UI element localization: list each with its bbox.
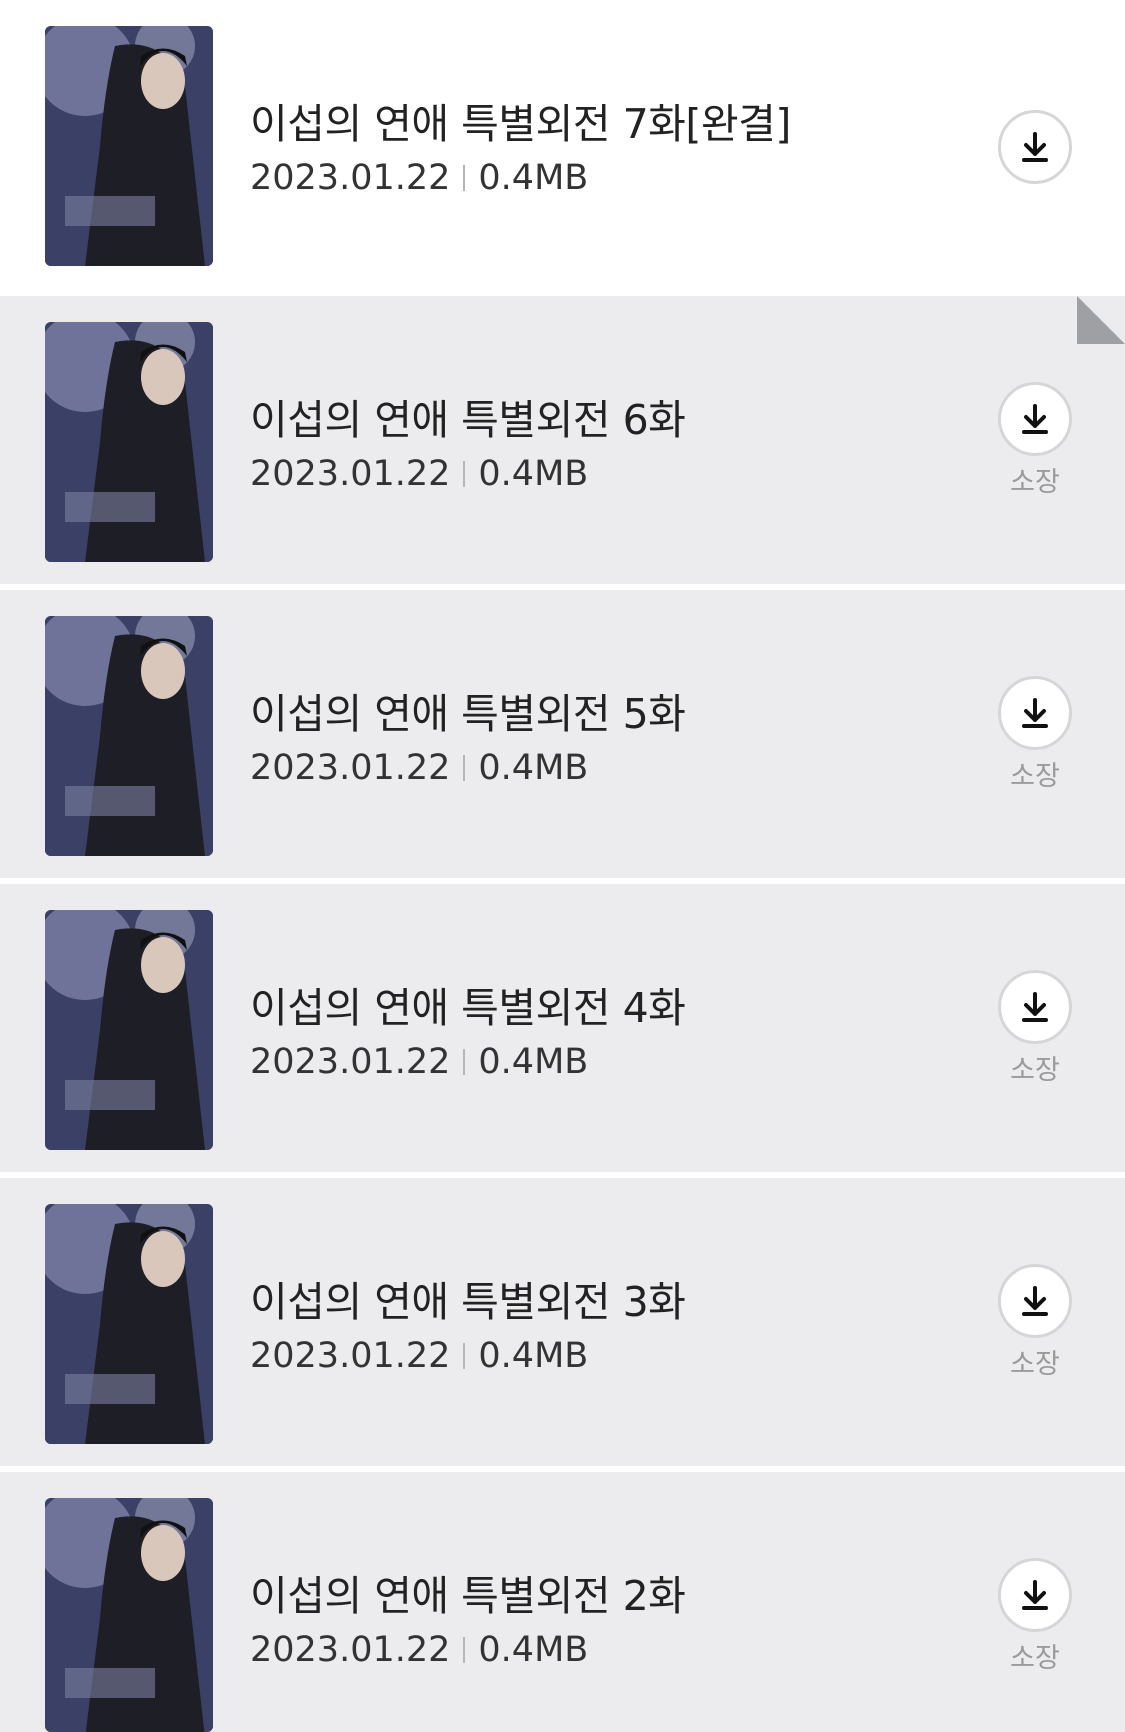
episode-title: 이섭의 연애 특별외전 2화 xyxy=(250,1572,686,1620)
episode-date: 2023.01.22 xyxy=(250,454,451,494)
meta-separator xyxy=(463,1049,466,1075)
episode-row[interactable]: 이섭의 연애 특별외전 4화 2023.01.22 0.4MB 소장 xyxy=(0,884,1125,1172)
episode-title: 이섭의 연애 특별외전 3화 xyxy=(250,1278,686,1326)
episode-row[interactable]: 이섭의 연애 특별외전 3화 2023.01.22 0.4MB 소장 xyxy=(0,1178,1125,1466)
download-button[interactable] xyxy=(998,970,1072,1044)
episode-row[interactable]: 이섭의 연애 특별외전 5화 2023.01.22 0.4MB 소장 xyxy=(0,590,1125,878)
cover-thumbnail xyxy=(45,1498,213,1732)
episode-size: 0.4MB xyxy=(478,454,589,494)
cover-thumbnail xyxy=(45,616,213,856)
download-icon xyxy=(1022,698,1048,728)
episode-title: 이섭의 연애 특별외전 4화 xyxy=(250,984,686,1032)
episode-meta: 2023.01.22 0.4MB xyxy=(250,1630,588,1670)
episode-row[interactable]: 이섭의 연애 특별외전 7화[완결] 2023.01.22 0.4MB xyxy=(0,0,1125,288)
episode-title: 이섭의 연애 특별외전 5화 xyxy=(250,690,686,738)
episode-size: 0.4MB xyxy=(478,1336,589,1376)
owned-label: 소장 xyxy=(1010,1055,1060,1086)
episode-size: 0.4MB xyxy=(478,1630,589,1670)
download-button[interactable] xyxy=(998,1264,1072,1338)
corner-fold xyxy=(1077,296,1125,344)
download-icon xyxy=(1022,992,1048,1022)
episode-date: 2023.01.22 xyxy=(250,158,451,198)
download-button[interactable] xyxy=(998,1558,1072,1632)
episode-date: 2023.01.22 xyxy=(250,1630,451,1670)
episode-title: 이섭의 연애 특별외전 7화[완결] xyxy=(250,100,791,148)
meta-separator xyxy=(463,755,466,781)
cover-thumbnail xyxy=(45,322,213,562)
episode-list: 이섭의 연애 특별외전 7화[완결] 2023.01.22 0.4MB 이섭의 … xyxy=(0,0,1125,1732)
cover-thumbnail xyxy=(45,910,213,1150)
download-icon xyxy=(1022,1286,1048,1316)
episode-meta: 2023.01.22 0.4MB xyxy=(250,158,588,198)
episode-size: 0.4MB xyxy=(478,1042,589,1082)
meta-separator xyxy=(463,1637,466,1663)
cover-thumbnail xyxy=(45,1204,213,1444)
owned-label: 소장 xyxy=(1010,1349,1060,1380)
cover-thumbnail xyxy=(45,26,213,266)
meta-separator xyxy=(463,165,466,191)
owned-label: 소장 xyxy=(1010,761,1060,792)
episode-size: 0.4MB xyxy=(478,158,589,198)
owned-label: 소장 xyxy=(1010,467,1060,498)
episode-meta: 2023.01.22 0.4MB xyxy=(250,454,588,494)
episode-date: 2023.01.22 xyxy=(250,1336,451,1376)
episode-meta: 2023.01.22 0.4MB xyxy=(250,1336,588,1376)
meta-separator xyxy=(463,461,466,487)
download-button[interactable] xyxy=(998,676,1072,750)
owned-label: 소장 xyxy=(1010,1643,1060,1674)
episode-title: 이섭의 연애 특별외전 6화 xyxy=(250,396,686,444)
meta-separator xyxy=(463,1343,466,1369)
episode-date: 2023.01.22 xyxy=(250,748,451,788)
download-icon xyxy=(1022,132,1048,162)
episode-meta: 2023.01.22 0.4MB xyxy=(250,748,588,788)
download-icon xyxy=(1022,1580,1048,1610)
episode-meta: 2023.01.22 0.4MB xyxy=(250,1042,588,1082)
episode-size: 0.4MB xyxy=(478,748,589,788)
episode-row[interactable]: 이섭의 연애 특별외전 2화 2023.01.22 0.4MB 소장 xyxy=(0,1472,1125,1732)
download-button[interactable] xyxy=(998,382,1072,456)
download-icon xyxy=(1022,404,1048,434)
download-button[interactable] xyxy=(998,110,1072,184)
episode-date: 2023.01.22 xyxy=(250,1042,451,1082)
episode-row[interactable]: 이섭의 연애 특별외전 6화 2023.01.22 0.4MB 소장 xyxy=(0,296,1125,584)
